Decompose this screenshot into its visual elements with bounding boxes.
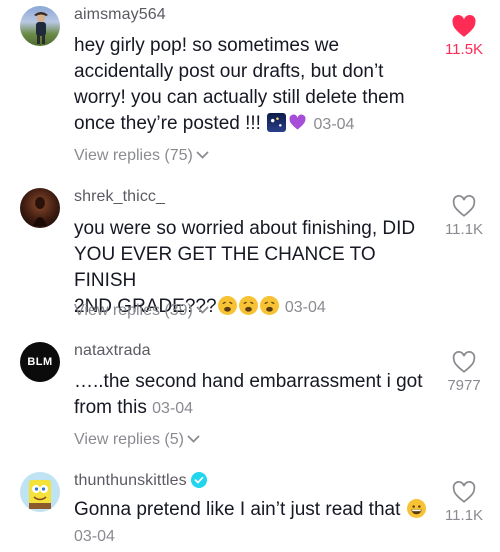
weary-face-emoji-icon xyxy=(217,296,237,315)
dark-photo-avatar-icon xyxy=(33,197,47,226)
like-button[interactable]: 11.1K xyxy=(434,194,494,238)
grinning-face-emoji-icon xyxy=(406,499,426,518)
like-count: 11.5K xyxy=(444,41,484,58)
spongebob-avatar-icon xyxy=(29,480,51,509)
like-button[interactable]: 11.1K xyxy=(434,480,494,524)
comment-text-line: …..the second hand embarrassment i got xyxy=(74,371,423,392)
view-replies-label: View replies (39) xyxy=(74,302,193,319)
comment-date: 03-04 xyxy=(313,116,355,133)
like-count: 11.1K xyxy=(444,221,484,238)
comment-text: hey girly pop! so sometimes we accidenta… xyxy=(74,33,429,138)
chevron-down-icon xyxy=(196,306,209,315)
chevron-down-icon xyxy=(196,151,209,160)
chevron-down-icon xyxy=(187,435,200,444)
avatar[interactable]: BLM xyxy=(20,342,60,382)
avatar[interactable] xyxy=(20,472,60,512)
avatar[interactable] xyxy=(20,188,60,228)
comment-text-line: you were so worried about finishing, DID xyxy=(74,218,416,239)
night-sky-emoji-icon xyxy=(267,113,287,132)
heart-outline-icon xyxy=(452,351,476,373)
comment-text-line: from this xyxy=(74,397,147,418)
comment-text: Gonna pretend like I ain’t just read tha… xyxy=(74,497,454,550)
comment-item: shrek_thicc_ you were so worried about f… xyxy=(0,182,500,332)
comment-username[interactable]: shrek_thicc_ xyxy=(74,188,165,206)
weary-face-emoji-icon xyxy=(259,296,279,315)
like-button[interactable]: 11.5K xyxy=(434,14,494,58)
like-count: 11.1K xyxy=(444,507,484,524)
comment-text-content: Gonna pretend like I ain’t just read tha… xyxy=(74,499,401,520)
comment-item: BLM nataxtrada …..the second hand embarr… xyxy=(0,336,500,462)
comment-item: thunthunskittles Gonna pretend like I ai… xyxy=(0,466,500,552)
view-replies-label: View replies (75) xyxy=(74,147,193,164)
view-replies-button[interactable]: View replies (5) xyxy=(74,431,200,449)
heart-outline-icon xyxy=(452,195,476,217)
comment-username[interactable]: thunthunskittles xyxy=(74,472,207,490)
comment-text-content: hey girly pop! so sometimes we accidenta… xyxy=(74,35,405,134)
comment-date: 03-04 xyxy=(284,299,326,316)
view-replies-label: View replies (5) xyxy=(74,431,184,448)
comment-text: …..the second hand embarrassment i got f… xyxy=(74,369,444,422)
person-photo-avatar-icon xyxy=(34,12,48,44)
like-count: 7977 xyxy=(447,377,481,394)
view-replies-button[interactable]: View replies (39) xyxy=(74,302,209,320)
comment-date: 03-04 xyxy=(152,400,194,417)
like-button[interactable]: 7977 xyxy=(434,350,494,394)
comment-username[interactable]: nataxtrada xyxy=(74,342,151,360)
weary-face-emoji-icon xyxy=(238,296,258,315)
comment-item: aimsmay564 hey girly pop! so sometimes w… xyxy=(0,0,500,172)
avatar-text: BLM xyxy=(27,356,53,368)
comment-username[interactable]: aimsmay564 xyxy=(74,6,166,24)
comment-username-text: thunthunskittles xyxy=(74,472,187,489)
purple-heart-emoji-icon xyxy=(288,113,307,132)
heart-outline-icon xyxy=(452,481,476,503)
comment-text-line: YOU EVER GET THE CHANCE TO FINISH xyxy=(74,244,376,291)
view-replies-button[interactable]: View replies (75) xyxy=(74,147,209,165)
avatar[interactable] xyxy=(20,6,60,46)
comment-date: 03-04 xyxy=(74,528,115,545)
verified-badge-icon xyxy=(190,472,207,488)
heart-filled-icon xyxy=(452,15,476,37)
